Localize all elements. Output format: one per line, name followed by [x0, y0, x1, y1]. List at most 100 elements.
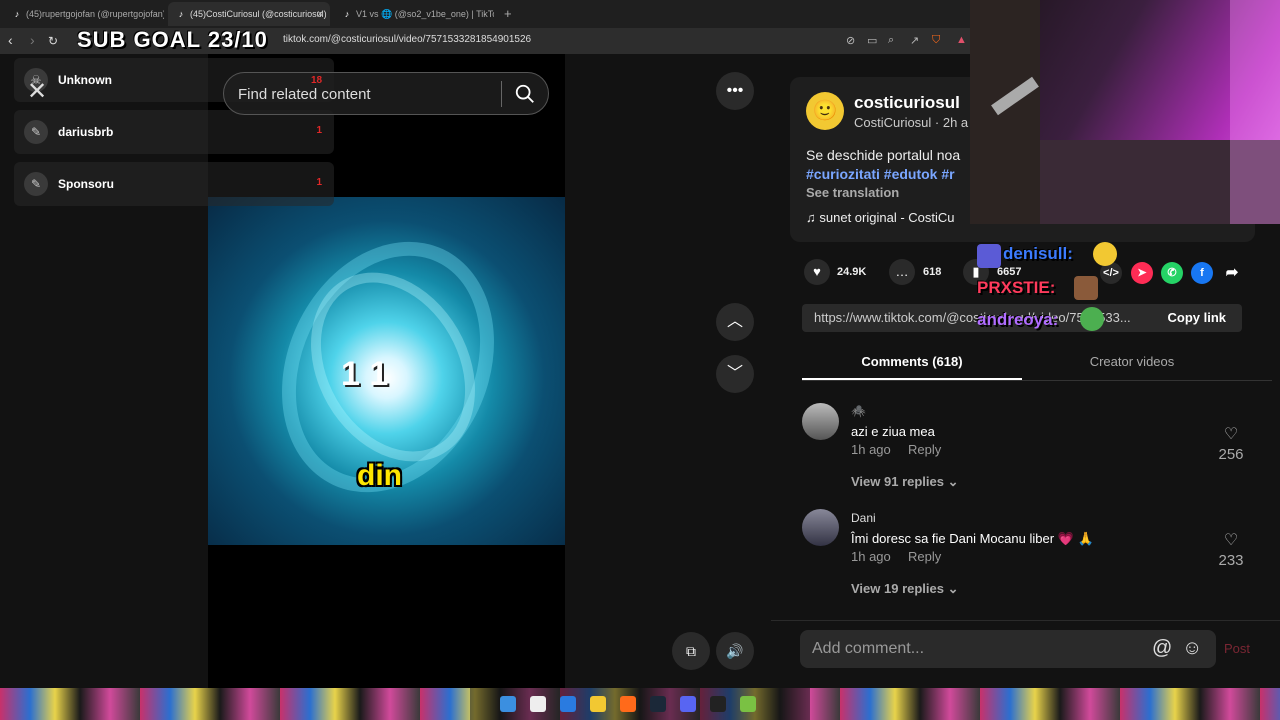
comment-author[interactable]: Dani — [851, 511, 876, 525]
no-tracking-icon[interactable]: ⊘ — [846, 34, 855, 47]
forward-icon[interactable]: › — [30, 32, 35, 48]
chat-username: andreoya: — [977, 310, 1059, 329]
post-description: Se deschide portalul noa — [806, 147, 961, 163]
video-caption: 1 1 — [341, 355, 389, 393]
start-icon[interactable] — [500, 696, 516, 712]
pip-icon[interactable]: ⧉ — [672, 632, 710, 670]
tab-title: (45)rupertgojofan (@rupertgojofan) — [26, 9, 164, 19]
url-field[interactable]: tiktok.com/@costicuriosul/video/75715332… — [283, 34, 531, 45]
files-icon[interactable] — [560, 696, 576, 712]
obs-icon[interactable] — [710, 696, 726, 712]
user-icon: ✎ — [24, 172, 48, 196]
led-light — [1230, 0, 1280, 224]
streamer-silhouette — [970, 0, 1040, 224]
list-item-label: Unknown — [58, 73, 112, 87]
panel-tabs: Comments (618) Creator videos — [802, 348, 1272, 381]
steam-icon[interactable] — [650, 696, 666, 712]
author-username[interactable]: costicuriosul — [854, 93, 960, 113]
reply-button[interactable]: Reply — [908, 549, 941, 564]
tab-creator-videos[interactable]: Creator videos — [1022, 354, 1242, 369]
search-box[interactable] — [223, 72, 549, 115]
close-tab-icon[interactable]: ✕ — [316, 2, 324, 26]
back-icon[interactable]: ‹ — [8, 32, 13, 48]
comment-icon[interactable]: … — [889, 259, 915, 285]
author-nickname: CostiCuriosul · 2h a — [854, 115, 969, 130]
copy-link-button[interactable]: Copy link — [1167, 310, 1226, 325]
zoom-icon[interactable]: ⌕ — [888, 34, 894, 47]
comment-text: Îmi doresc sa fie Dani Mocanu liber 💗 🙏 — [851, 531, 1094, 546]
post-comment-button[interactable]: Post — [1224, 641, 1250, 656]
comment-like-count: 233 — [1218, 552, 1244, 569]
tab-title: (45)CostiCuriosul (@costicuriosul) — [190, 9, 327, 19]
like-count: 24.9K — [837, 266, 867, 278]
browser-tab[interactable]: ♪ V1 vs 🌐 (@so2_v1be_one) | TikTok — [334, 2, 494, 26]
cast-icon[interactable]: ▭ — [867, 34, 877, 47]
webcam-overlay — [970, 0, 1280, 224]
music-link[interactable]: ♫ sunet original - CostiCu — [806, 210, 955, 225]
emote-icon — [1080, 307, 1104, 331]
see-translation-link[interactable]: See translation — [806, 185, 899, 200]
reply-button[interactable]: Reply — [908, 442, 941, 457]
comment-like-count: 256 — [1218, 446, 1244, 463]
video-caption: din — [357, 459, 402, 492]
tiktok-icon: ♪ — [344, 9, 350, 19]
list-item: ✎ Sponsoru 1 — [14, 162, 334, 206]
browser-tab-active[interactable]: ♪ (45)CostiCuriosul (@costicuriosul) ✕ — [168, 2, 330, 26]
divider — [501, 81, 502, 107]
app-icon[interactable] — [740, 696, 756, 712]
list-item-count: 1 — [316, 177, 322, 188]
more-options-icon[interactable]: ••• — [716, 72, 754, 110]
folder-icon[interactable] — [590, 696, 606, 712]
share-arrow-icon[interactable]: ➦ — [1221, 262, 1243, 284]
reload-icon[interactable]: ↻ — [48, 34, 58, 48]
whatsapp-icon[interactable]: ✆ — [1161, 262, 1183, 284]
save-count: 6657 — [997, 266, 1022, 278]
list-item: ✎ dariusbrb 1 — [14, 110, 334, 154]
browser-tab[interactable]: ♪ (45)rupertgojofan (@rupertgojofan) — [4, 2, 164, 26]
chat-username: PRXSTIE: — [977, 278, 1056, 297]
new-tab-button[interactable]: + — [496, 2, 516, 26]
brave-shield-icon[interactable]: ⛉ — [932, 34, 940, 47]
rewards-icon[interactable]: ▲ — [956, 34, 967, 46]
list-item-label: dariusbrb — [58, 125, 114, 139]
comment-input[interactable] — [812, 639, 1132, 659]
user-icon: ✎ — [24, 120, 48, 144]
emote-icon — [1093, 242, 1117, 266]
comment-author[interactable]: 🕷️ — [851, 404, 866, 418]
view-replies-button[interactable]: View 91 replies ⌄ — [851, 474, 959, 490]
music-note-icon: ♫ — [806, 210, 820, 225]
mention-icon[interactable]: @ — [1152, 637, 1172, 660]
previous-video-icon[interactable]: ︿ — [716, 303, 754, 341]
chat-badge-icon — [977, 244, 1001, 268]
brave-icon[interactable] — [620, 696, 636, 712]
sub-goal-overlay: SUB GOAL 23/10 — [77, 27, 268, 52]
comment-avatar[interactable] — [802, 403, 839, 440]
comment-avatar[interactable] — [802, 509, 839, 546]
music-title: sunet original - CostiCu — [819, 210, 955, 225]
emoji-icon[interactable]: ☺ — [1182, 637, 1202, 660]
share-icon[interactable]: ↗ — [910, 34, 919, 47]
chat-username: denisull: — [1003, 244, 1073, 263]
tab-title: V1 vs 🌐 (@so2_v1be_one) | TikTok — [356, 9, 494, 19]
view-replies-button[interactable]: View 19 replies ⌄ — [851, 581, 959, 597]
like-icon[interactable]: ♥ — [804, 259, 830, 285]
post-hashtags[interactable]: #curiozitati #edutok #r — [806, 166, 955, 182]
tiktok-icon: ♪ — [14, 9, 20, 19]
close-icon[interactable]: ✕ — [22, 77, 52, 107]
avatar[interactable]: 🙂 — [806, 92, 844, 130]
comment-count: 618 — [923, 266, 942, 278]
volume-icon[interactable]: 🔊 — [716, 632, 754, 670]
facebook-icon[interactable]: f — [1191, 262, 1213, 284]
send-icon[interactable]: ➤ — [1131, 262, 1153, 284]
comment-text: azi e ziua mea — [851, 424, 935, 439]
tab-comments[interactable]: Comments (618) — [802, 354, 1022, 369]
emote-icon — [1074, 276, 1098, 300]
next-video-icon[interactable]: ﹀ — [716, 355, 754, 393]
search-input[interactable] — [238, 83, 488, 105]
comment-like-icon[interactable]: ♡ — [1216, 530, 1246, 550]
discord-icon[interactable] — [680, 696, 696, 712]
search-icon[interactable] — [514, 83, 536, 105]
search-app-icon[interactable] — [530, 696, 546, 712]
comment-like-icon[interactable]: ♡ — [1216, 424, 1246, 444]
comment-time: 1h ago — [851, 442, 891, 457]
